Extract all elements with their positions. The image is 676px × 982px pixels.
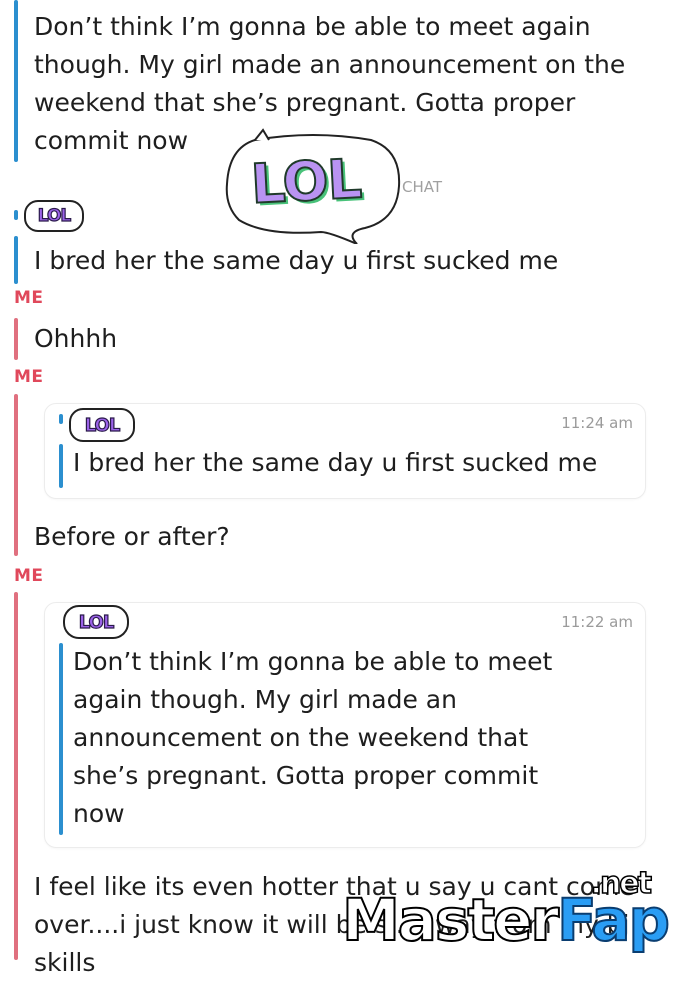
quoted-bar-tick [59,414,63,424]
me-sender-label: ME [14,288,44,308]
quoted-sender-badge-text: LOL [78,611,115,633]
quoted-sender-badge-text: LOL [84,414,121,436]
quoted-timestamp: 11:22 am [561,613,633,631]
me-sender-label: ME [14,566,44,586]
watermark-logo: MasterFap .net [341,865,671,955]
me-message-text: Ohhhh [34,324,118,353]
friend-message-bar [14,236,18,284]
quoted-message-card[interactable]: LOL 11:22 am Don’t think I’m gonna be ab… [44,602,646,848]
me-message-text: Before or after? [34,522,230,551]
friend-name-badge: LOL [24,200,84,232]
quoted-sender-badge: LOL [63,605,129,639]
quoted-message-text: I bred her the same day u first sucked m… [73,448,598,477]
quoted-sender-badge: LOL [69,408,135,442]
quoted-message-card[interactable]: LOL 11:24 am I bred her the same day u f… [44,403,646,499]
quoted-message-bar [59,643,63,835]
quoted-message-bar [59,444,63,488]
chat-label: CHAT [402,178,443,196]
me-message-bar [14,318,18,360]
friend-message-bar [14,0,18,162]
friend-name-tick [14,210,18,220]
me-message-bar [14,394,18,556]
me-message-bar [14,592,18,960]
watermark-master: Master [341,885,560,955]
quoted-message-text: Don’t think I’m gonna be able to meet ag… [73,647,553,828]
quoted-timestamp: 11:24 am [561,414,633,432]
lol-sticker-large: LOL [225,128,401,245]
lol-sticker-large-text: LOL [248,146,363,217]
friend-message-text: I bred her the same day u first sucked m… [34,246,559,275]
me-sender-label: ME [14,367,44,387]
watermark-net: .net [590,865,653,902]
friend-name-badge-text: LOL [37,205,72,226]
